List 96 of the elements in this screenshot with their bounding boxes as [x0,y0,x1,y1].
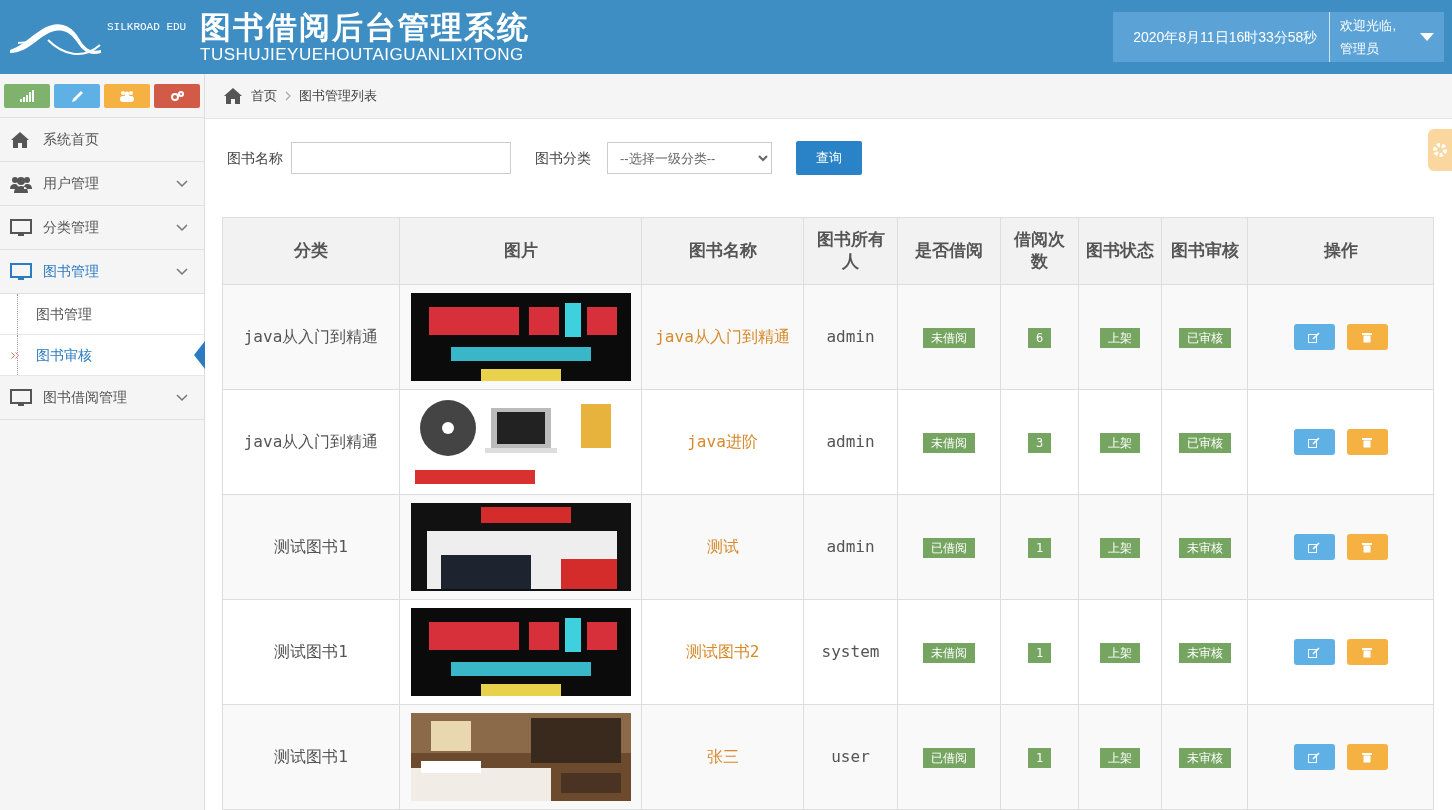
delete-button[interactable] [1346,639,1388,665]
table-cell: admin [803,494,898,600]
book-name-link[interactable]: java从入门到精通 [655,327,790,346]
edit-button[interactable] [1293,324,1335,350]
trash-icon [1362,646,1372,658]
table-cell: admin [803,284,898,390]
chevron-right-icon [285,91,291,101]
status-label: 未审核 [1178,748,1231,769]
column-header: 图书名称 [641,217,804,285]
edit-button[interactable] [1293,534,1335,560]
book-name-link[interactable]: 张三 [706,747,739,766]
monitor-icon [10,262,32,281]
edit-icon [1308,646,1320,658]
book-name-input[interactable] [291,142,511,174]
users-button[interactable] [104,83,150,108]
book-name-link[interactable]: java进阶 [687,432,758,451]
status-label: 上架 [1100,643,1140,664]
table-cell: user [803,704,898,810]
logo-text: SILKROAD EDU [107,19,187,35]
submenu-item[interactable]: 图书审核 [36,344,92,366]
submenu-item[interactable]: 图书管理 [36,303,92,325]
search-button[interactable]: 查询 [796,141,862,175]
status-label: 1 [1027,643,1052,664]
trash-icon [1362,436,1372,448]
trash-icon [1362,751,1372,763]
status-label: 未审核 [1178,538,1231,559]
status-label: 1 [1027,748,1052,769]
delete-button[interactable] [1346,534,1388,560]
column-header: 图书审核 [1161,217,1248,285]
delete-button[interactable] [1346,429,1388,455]
status-label: 已审核 [1178,328,1231,349]
breadcrumb-link[interactable]: 首页 [251,86,277,106]
book-name-link[interactable]: 测试 [706,537,739,556]
home-icon [10,130,30,149]
status-label: 上架 [1100,538,1140,559]
welcome-text: 欢迎光临, [1340,16,1396,35]
edit-button[interactable] [1293,639,1335,665]
settings-tab[interactable] [1428,129,1452,171]
double-chevron-icon [11,351,19,359]
user-name: 管理员 [1340,40,1381,58]
pencil-icon [70,89,84,102]
table-cell: 测试图书1 [222,494,400,600]
status-label: 未审核 [1178,643,1231,664]
users-icon [10,174,32,193]
field-label: 图书名称 [227,148,283,168]
status-label: 上架 [1100,433,1140,454]
status-label: 3 [1027,433,1052,454]
column-header: 图书状态 [1078,217,1162,285]
edit-icon [1308,436,1320,448]
delete-button[interactable] [1346,744,1388,770]
edit-button[interactable] [1293,429,1335,455]
status-label: 已借阅 [923,748,975,769]
trash-icon [1362,541,1372,553]
column-header: 是否借阅 [897,217,1001,285]
users-icon [120,89,134,102]
column-header: 借阅次数 [1000,217,1079,285]
edit-button[interactable] [1293,744,1335,770]
delete-button[interactable] [1346,324,1388,350]
table-cell: java从入门到精通 [222,389,400,495]
datetime-text: 2020年8月11日16时33分58秒 [1133,27,1318,47]
book-name-link[interactable]: 测试图书2 [685,642,760,661]
table-cell: java从入门到精通 [222,284,400,390]
category-select[interactable]: --选择一级分类-- [607,142,772,174]
monitor-icon [10,388,32,407]
home-icon [223,87,243,105]
app-title-pinyin: TUSHUJIEYUEHOUTAIGUANLIXITONG [200,45,525,63]
pencil-button[interactable] [54,83,100,108]
signal-bars-icon [20,89,34,102]
monitor-icon [10,218,32,237]
edit-icon [1308,331,1320,343]
status-label: 未借阅 [923,433,975,454]
table-cell: 测试图书1 [222,599,400,705]
status-label: 上架 [1100,748,1140,769]
settings-icon [1432,142,1448,158]
trash-icon [1362,331,1372,343]
status-label: 未借阅 [923,643,975,664]
edit-icon [1308,751,1320,763]
status-label: 1 [1027,538,1052,559]
column-header: 分类 [222,217,400,285]
status-label: 已审核 [1178,433,1231,454]
signal-bars-button[interactable] [4,83,50,108]
status-label: 上架 [1100,328,1140,349]
column-header: 操作 [1247,217,1434,285]
status-label: 已借阅 [923,538,975,559]
breadcrumb-current: 图书管理列表 [299,87,377,106]
column-header: 图书所有人 [803,217,898,285]
app-title: 图书借阅后台管理系统 [200,11,530,46]
field-label: 图书分类 [535,148,591,168]
table-cell: admin [803,389,898,495]
column-header: 图片 [399,217,642,285]
status-label: 6 [1027,328,1052,349]
caret-down-icon[interactable] [1420,32,1434,42]
status-label: 未借阅 [923,328,975,349]
table-cell: system [803,599,898,705]
table-cell: 测试图书1 [222,704,400,810]
edit-icon [1308,541,1320,553]
